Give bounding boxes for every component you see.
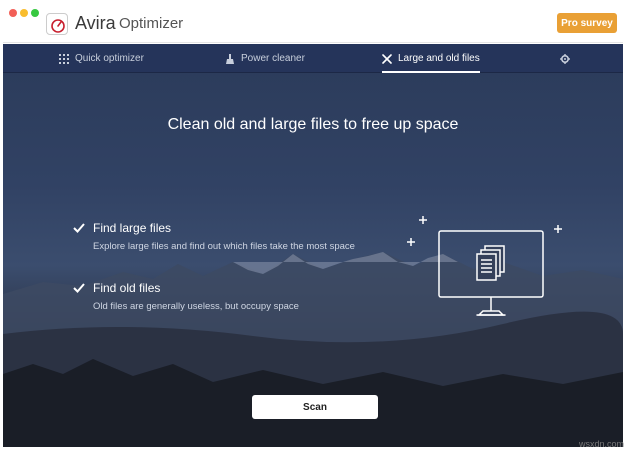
main-panel: Quick optimizer Power cleaner Large and …: [3, 44, 623, 447]
feature-title: Find old files: [93, 281, 161, 295]
active-tab-indicator: [382, 71, 480, 73]
tab-quick-optimizer[interactable]: Quick optimizer: [59, 44, 144, 73]
scan-button[interactable]: Scan: [252, 395, 378, 419]
pro-survey-button[interactable]: Pro survey: [557, 13, 617, 33]
gear-icon: [560, 53, 570, 64]
maximize-window-button[interactable]: [31, 9, 39, 17]
settings-button[interactable]: [560, 44, 570, 73]
tab-large-and-old-files[interactable]: Large and old files: [382, 44, 480, 73]
tab-label: Power cleaner: [241, 53, 305, 64]
tools-icon: [382, 53, 392, 64]
monitor-files-illustration: [407, 216, 562, 316]
app-name: Avira: [75, 13, 116, 33]
grid-icon: [59, 53, 69, 64]
tab-power-cleaner[interactable]: Power cleaner: [225, 44, 305, 73]
tab-label: Large and old files: [398, 53, 480, 64]
watermark: wsxdn.com: [578, 439, 624, 449]
page-headline: Clean old and large files to free up spa…: [167, 116, 459, 133]
title-bar: Avira Optimizer Pro survey: [3, 3, 623, 43]
app-subtitle: Optimizer: [119, 15, 184, 32]
feature-description: Explore large files and find out which f…: [93, 241, 355, 252]
minimize-window-button[interactable]: [20, 9, 28, 17]
check-icon: [73, 283, 85, 293]
tab-label: Quick optimizer: [75, 53, 144, 64]
check-icon: [73, 223, 85, 233]
feature-description: Old files are generally useless, but occ…: [93, 301, 299, 312]
nav-bar: Quick optimizer Power cleaner Large and …: [3, 44, 623, 73]
close-window-button[interactable]: [9, 9, 17, 17]
avira-logo-icon: [46, 13, 68, 35]
feature-title: Find large files: [93, 221, 172, 235]
broom-icon: [225, 53, 235, 64]
